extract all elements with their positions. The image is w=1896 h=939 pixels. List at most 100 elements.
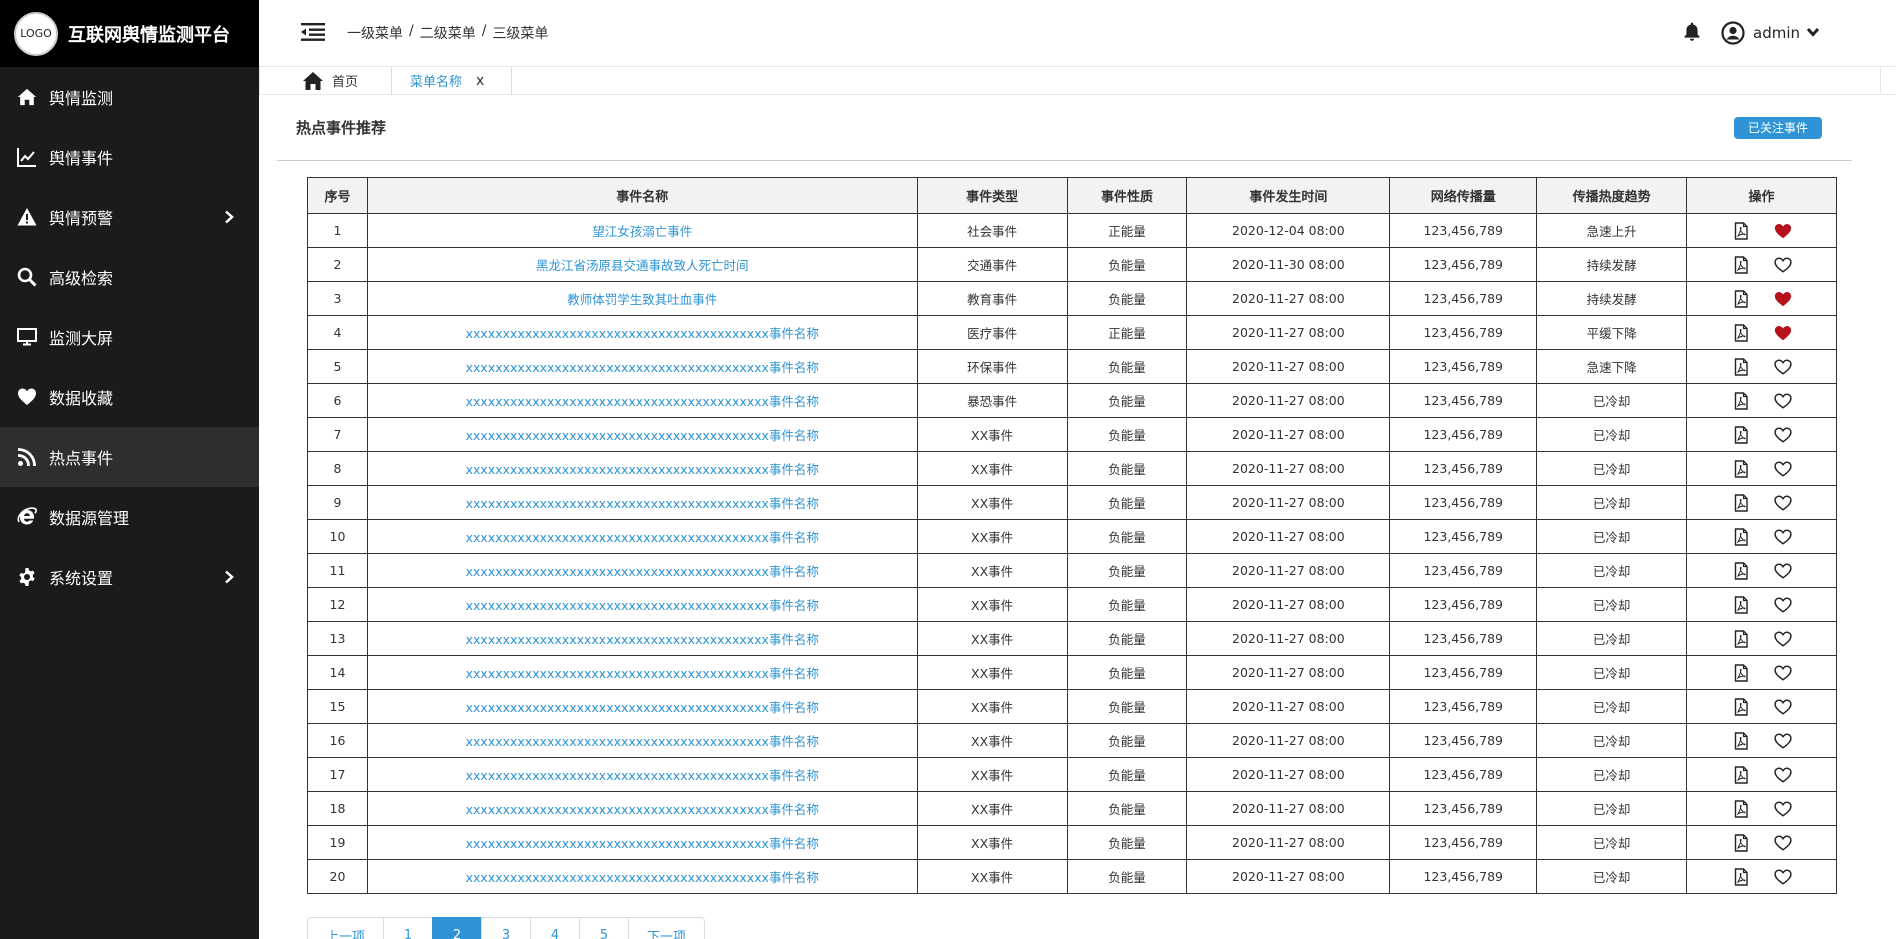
- heart-outline-icon[interactable]: [1773, 697, 1793, 717]
- pdf-export-icon[interactable]: [1731, 561, 1751, 581]
- event-name-link[interactable]: xxxxxxxxxxxxxxxxxxxxxxxxxxxxxxxxxxxxxxxx…: [466, 462, 819, 477]
- heart-outline-icon[interactable]: [1773, 765, 1793, 785]
- pdf-export-icon[interactable]: [1731, 391, 1751, 411]
- tab-home[interactable]: 首页: [259, 67, 392, 94]
- tab-current[interactable]: 菜单名称 x: [392, 67, 512, 94]
- followed-events-button[interactable]: 已关注事件: [1733, 116, 1822, 139]
- sidebar-item-7[interactable]: 热点事件: [0, 427, 259, 487]
- pdf-export-icon[interactable]: [1731, 731, 1751, 751]
- page-button-2[interactable]: 2: [432, 917, 482, 939]
- event-name-link[interactable]: xxxxxxxxxxxxxxxxxxxxxxxxxxxxxxxxxxxxxxxx…: [466, 394, 819, 409]
- heart-filled-icon[interactable]: [1773, 289, 1793, 309]
- pdf-export-icon[interactable]: [1731, 833, 1751, 853]
- heart-outline-icon[interactable]: [1773, 459, 1793, 479]
- event-name-link[interactable]: xxxxxxxxxxxxxxxxxxxxxxxxxxxxxxxxxxxxxxxx…: [466, 768, 819, 783]
- breadcrumb-separator: /: [481, 23, 487, 39]
- pdf-export-icon[interactable]: [1731, 697, 1751, 717]
- pdf-export-icon[interactable]: [1731, 765, 1751, 785]
- pdf-export-icon[interactable]: [1731, 255, 1751, 275]
- menu-toggle-icon[interactable]: [301, 22, 327, 44]
- heart-outline-icon[interactable]: [1773, 731, 1793, 751]
- cell-name: xxxxxxxxxxxxxxxxxxxxxxxxxxxxxxxxxxxxxxxx…: [366, 315, 918, 350]
- sidebar-item-3[interactable]: 舆情预警: [0, 187, 259, 247]
- heart-outline-icon[interactable]: [1773, 391, 1793, 411]
- sidebar-item-8[interactable]: 数据源管理: [0, 487, 259, 547]
- event-name-link[interactable]: xxxxxxxxxxxxxxxxxxxxxxxxxxxxxxxxxxxxxxxx…: [466, 428, 819, 443]
- event-name-link[interactable]: 教师体罚学生致其吐血事件: [567, 292, 717, 307]
- page-button-3[interactable]: 3: [481, 917, 531, 939]
- event-name-link[interactable]: xxxxxxxxxxxxxxxxxxxxxxxxxxxxxxxxxxxxxxxx…: [466, 836, 819, 851]
- cell-type: XX事件: [916, 621, 1068, 656]
- breadcrumb-item[interactable]: 一级菜单: [347, 23, 403, 43]
- pdf-export-icon[interactable]: [1731, 663, 1751, 683]
- page-button-5[interactable]: 5: [579, 917, 629, 939]
- chevron-down-icon[interactable]: [1806, 26, 1820, 40]
- pdf-export-icon[interactable]: [1731, 799, 1751, 819]
- heart-outline-icon[interactable]: [1773, 255, 1793, 275]
- pdf-export-icon[interactable]: [1731, 527, 1751, 547]
- pdf-export-icon[interactable]: [1731, 493, 1751, 513]
- event-name-link[interactable]: xxxxxxxxxxxxxxxxxxxxxxxxxxxxxxxxxxxxxxxx…: [466, 496, 819, 511]
- heart-outline-icon[interactable]: [1773, 357, 1793, 377]
- pdf-export-icon[interactable]: [1731, 425, 1751, 445]
- event-name-link[interactable]: 黑龙江省汤原县交通事故致人死亡时间: [536, 258, 749, 273]
- heart-outline-icon[interactable]: [1773, 867, 1793, 887]
- event-name-link[interactable]: xxxxxxxxxxxxxxxxxxxxxxxxxxxxxxxxxxxxxxxx…: [466, 598, 819, 613]
- event-name-link[interactable]: xxxxxxxxxxxxxxxxxxxxxxxxxxxxxxxxxxxxxxxx…: [466, 564, 819, 579]
- pdf-export-icon[interactable]: [1731, 357, 1751, 377]
- avatar[interactable]: [1721, 21, 1745, 45]
- heart-outline-icon[interactable]: [1773, 561, 1793, 581]
- heart-outline-icon[interactable]: [1773, 527, 1793, 547]
- heart-outline-icon[interactable]: [1773, 663, 1793, 683]
- sidebar-item-1[interactable]: 舆情监测: [0, 67, 259, 127]
- event-name-link[interactable]: xxxxxxxxxxxxxxxxxxxxxxxxxxxxxxxxxxxxxxxx…: [466, 326, 819, 341]
- event-name-link[interactable]: xxxxxxxxxxxxxxxxxxxxxxxxxxxxxxxxxxxxxxxx…: [466, 802, 819, 817]
- user-area: admin: [1683, 21, 1820, 45]
- pdf-export-icon[interactable]: [1731, 323, 1751, 343]
- heart-outline-icon[interactable]: [1773, 799, 1793, 819]
- pdf-export-icon[interactable]: [1731, 867, 1751, 887]
- heart-outline-icon[interactable]: [1773, 493, 1793, 513]
- heart-outline-icon[interactable]: [1773, 425, 1793, 445]
- cell-time: 2020-11-30 08:00: [1186, 247, 1391, 282]
- event-name-link[interactable]: xxxxxxxxxxxxxxxxxxxxxxxxxxxxxxxxxxxxxxxx…: [466, 632, 819, 647]
- pdf-export-icon[interactable]: [1731, 221, 1751, 241]
- event-name-link[interactable]: xxxxxxxxxxxxxxxxxxxxxxxxxxxxxxxxxxxxxxxx…: [466, 734, 819, 749]
- event-name-link[interactable]: xxxxxxxxxxxxxxxxxxxxxxxxxxxxxxxxxxxxxxxx…: [466, 360, 819, 375]
- sidebar-item-2[interactable]: 舆情事件: [0, 127, 259, 187]
- cell-spread: 123,456,789: [1389, 315, 1538, 350]
- heart-outline-icon[interactable]: [1773, 629, 1793, 649]
- action-group: [1691, 323, 1832, 343]
- username[interactable]: admin: [1753, 24, 1800, 42]
- next-page-button[interactable]: 下一项: [628, 917, 706, 939]
- page-button-4[interactable]: 4: [530, 917, 580, 939]
- pdf-export-icon[interactable]: [1731, 459, 1751, 479]
- heart-filled-icon[interactable]: [1773, 323, 1793, 343]
- cell-nature: 负能量: [1066, 621, 1188, 656]
- pdf-export-icon[interactable]: [1731, 629, 1751, 649]
- table-row: 5 xxxxxxxxxxxxxxxxxxxxxxxxxxxxxxxxxxxxxxx…: [307, 349, 1837, 384]
- event-name-link[interactable]: xxxxxxxxxxxxxxxxxxxxxxxxxxxxxxxxxxxxxxxx…: [466, 870, 819, 885]
- event-name-link[interactable]: xxxxxxxxxxxxxxxxxxxxxxxxxxxxxxxxxxxxxxxx…: [466, 700, 819, 715]
- sidebar-item-6[interactable]: 数据收藏: [0, 367, 259, 427]
- bell-icon[interactable]: [1683, 22, 1703, 44]
- heart-icon: [16, 386, 38, 408]
- prev-page-button[interactable]: 上一项: [307, 917, 384, 939]
- page-button-1[interactable]: 1: [383, 917, 433, 939]
- cell-time: 2020-12-04 08:00: [1186, 213, 1391, 248]
- cell-no: 20: [307, 859, 368, 894]
- breadcrumb-item[interactable]: 三级菜单: [492, 23, 548, 43]
- pdf-export-icon[interactable]: [1731, 289, 1751, 309]
- sidebar-item-5[interactable]: 监测大屏: [0, 307, 259, 367]
- heart-filled-icon[interactable]: [1773, 221, 1793, 241]
- pdf-export-icon[interactable]: [1731, 595, 1751, 615]
- tab-close-button[interactable]: x: [476, 73, 484, 89]
- event-name-link[interactable]: 望江女孩溺亡事件: [592, 224, 692, 239]
- sidebar-item-4[interactable]: 高级检索: [0, 247, 259, 307]
- breadcrumb-item[interactable]: 二级菜单: [420, 23, 476, 43]
- event-name-link[interactable]: xxxxxxxxxxxxxxxxxxxxxxxxxxxxxxxxxxxxxxxx…: [466, 530, 819, 545]
- heart-outline-icon[interactable]: [1773, 595, 1793, 615]
- event-name-link[interactable]: xxxxxxxxxxxxxxxxxxxxxxxxxxxxxxxxxxxxxxxx…: [466, 666, 819, 681]
- sidebar-item-9[interactable]: 系统设置: [0, 547, 259, 607]
- heart-outline-icon[interactable]: [1773, 833, 1793, 853]
